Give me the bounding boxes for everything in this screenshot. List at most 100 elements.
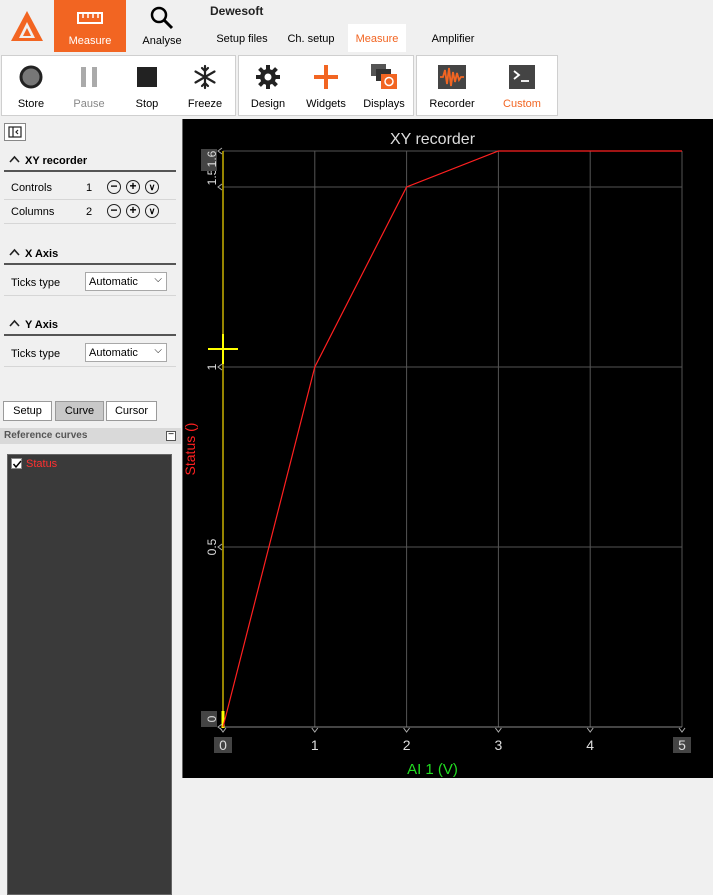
chevron-up-icon bbox=[9, 318, 20, 332]
controls-value: 1 bbox=[86, 182, 93, 194]
custom-button[interactable]: Custom bbox=[487, 56, 557, 117]
stop-label: Stop bbox=[135, 98, 159, 110]
x-tick-label: 4 bbox=[586, 737, 594, 753]
y-tick-label: 1.6 bbox=[205, 150, 219, 167]
controls-label: Controls bbox=[11, 182, 52, 194]
reference-curves-title: Reference curves bbox=[4, 430, 88, 441]
chevron-down-icon: ⌵ bbox=[154, 274, 162, 285]
reference-curves-list: Status bbox=[7, 454, 172, 895]
app-title: Dewesoft bbox=[210, 4, 264, 18]
pause-button[interactable]: Pause bbox=[60, 56, 118, 117]
y-tick-marker bbox=[217, 723, 223, 731]
x-ticks-row: Ticks type Automatic ⌵ bbox=[4, 270, 176, 296]
series-line-status bbox=[222, 150, 682, 728]
x-tick-label: 0 bbox=[219, 737, 227, 753]
logo-icon bbox=[11, 11, 43, 41]
ref-curve-label: Status bbox=[26, 458, 58, 470]
x-ticks-select[interactable]: Automatic ⌵ bbox=[85, 272, 167, 291]
collapse-icon[interactable]: − bbox=[166, 430, 176, 441]
chevron-up-icon bbox=[9, 154, 20, 168]
x-tick-label: 2 bbox=[403, 737, 411, 753]
x-tick-marker bbox=[494, 727, 502, 733]
displays-label: Displays bbox=[363, 98, 405, 110]
x-tick-marker bbox=[678, 727, 686, 733]
chevron-down-icon: ⌵ bbox=[154, 345, 162, 356]
x-axis-label: AI 1 (V) bbox=[407, 761, 458, 778]
x-tick-label: 1 bbox=[311, 737, 319, 753]
displays-icon bbox=[371, 64, 397, 89]
x-tick-marker bbox=[403, 727, 411, 733]
mode-measure-button[interactable]: Measure bbox=[54, 0, 126, 52]
x-tick-label: 5 bbox=[678, 737, 686, 753]
record-icon bbox=[19, 65, 43, 89]
panel-collapse-button[interactable] bbox=[4, 123, 26, 141]
store-button[interactable]: Store bbox=[2, 56, 60, 117]
widgets-button[interactable]: Widgets bbox=[297, 56, 355, 117]
checkbox[interactable] bbox=[11, 458, 22, 469]
y-tick-label: 1 bbox=[205, 363, 219, 370]
chevron-up-icon bbox=[9, 247, 20, 261]
columns-row: Columns 2 − + ∨ bbox=[4, 201, 176, 224]
plus-icon bbox=[314, 65, 338, 89]
controls-dropdown-button[interactable]: ∨ bbox=[145, 180, 159, 194]
design-button[interactable]: Design bbox=[239, 56, 297, 117]
tab-ch-setup[interactable]: Ch. setup bbox=[279, 24, 343, 52]
toolbar-group-acquisition: Store Pause Stop Freeze bbox=[1, 55, 236, 116]
section-xy-recorder[interactable]: XY recorder bbox=[4, 152, 176, 172]
x-ticks-value: Automatic bbox=[89, 276, 138, 288]
pause-icon bbox=[81, 67, 97, 87]
store-label: Store bbox=[17, 98, 45, 110]
x-tick-label: 3 bbox=[495, 737, 503, 753]
columns-increase-button[interactable]: + bbox=[126, 204, 140, 218]
recorder-button[interactable]: Recorder bbox=[417, 56, 487, 117]
stop-button[interactable]: Stop bbox=[118, 56, 176, 117]
terminal-icon bbox=[509, 65, 535, 89]
subtab-setup[interactable]: Setup bbox=[3, 401, 52, 421]
y-ticks-select[interactable]: Automatic ⌵ bbox=[85, 343, 167, 362]
x-tick-marker bbox=[311, 727, 319, 733]
ruler-icon bbox=[77, 12, 103, 24]
design-label: Design bbox=[250, 98, 286, 110]
recorder-icon bbox=[438, 65, 466, 89]
y-tick-label: 0 bbox=[205, 715, 219, 722]
dewesoft-logo[interactable] bbox=[0, 0, 54, 52]
tab-amplifier[interactable]: Amplifier bbox=[423, 24, 483, 52]
sidebar-toggle-icon bbox=[8, 126, 22, 138]
toolbar-group-instruments: Recorder Custom bbox=[416, 55, 558, 116]
pause-label: Pause bbox=[73, 98, 105, 110]
section-x-axis[interactable]: X Axis bbox=[4, 245, 176, 265]
custom-label: Custom bbox=[503, 98, 541, 110]
x-ticks-label: Ticks type bbox=[11, 277, 61, 289]
section-title: XY recorder bbox=[25, 155, 88, 167]
columns-label: Columns bbox=[11, 206, 55, 218]
columns-value: 2 bbox=[86, 206, 93, 218]
controls-row: Controls 1 − + ∨ bbox=[4, 177, 176, 200]
checkmark-icon bbox=[12, 460, 22, 469]
mode-analyse-button[interactable]: Analyse bbox=[126, 0, 198, 52]
properties-panel: XY recorder Controls 1 − + ∨ Columns 2 −… bbox=[0, 119, 181, 895]
controls-decrease-button[interactable]: − bbox=[107, 180, 121, 194]
columns-decrease-button[interactable]: − bbox=[107, 204, 121, 218]
xy-recorder-display[interactable]: 0 1 2 3 4 5 0 0.5 1 1.5 1.6 XY recorder AI 1 (V) Sta… bbox=[182, 119, 713, 778]
columns-dropdown-button[interactable]: ∨ bbox=[145, 204, 159, 218]
displays-button[interactable]: Displays bbox=[355, 56, 413, 117]
controls-increase-button[interactable]: + bbox=[126, 180, 140, 194]
mode-analyse-label: Analyse bbox=[142, 35, 182, 47]
freeze-button[interactable]: Freeze bbox=[176, 56, 234, 117]
reference-curves-header: Reference curves − bbox=[0, 428, 181, 444]
subtab-cursor[interactable]: Cursor bbox=[106, 401, 157, 421]
subtab-curve[interactable]: Curve bbox=[55, 401, 104, 421]
tab-setup-files[interactable]: Setup files bbox=[208, 24, 276, 52]
y-axis-label: Status () bbox=[183, 423, 198, 476]
snowflake-icon bbox=[194, 64, 216, 90]
xy-chart[interactable]: 0 1 2 3 4 500.511.51.6 XY recorderAI 1 (V)Sta… bbox=[182, 119, 713, 778]
top-bar: Measure Analyse Dewesoft Setup files Ch.… bbox=[0, 0, 713, 54]
stop-icon bbox=[137, 67, 157, 87]
section-y-axis[interactable]: Y Axis bbox=[4, 316, 176, 336]
freeze-label: Freeze bbox=[187, 98, 223, 110]
gear-icon bbox=[256, 65, 280, 89]
toolbar: Store Pause Stop Freeze Design Widgets D… bbox=[0, 54, 713, 117]
magnifier-icon bbox=[150, 6, 174, 30]
tab-measure[interactable]: Measure bbox=[348, 24, 406, 52]
toolbar-group-design: Design Widgets Displays bbox=[238, 55, 414, 116]
